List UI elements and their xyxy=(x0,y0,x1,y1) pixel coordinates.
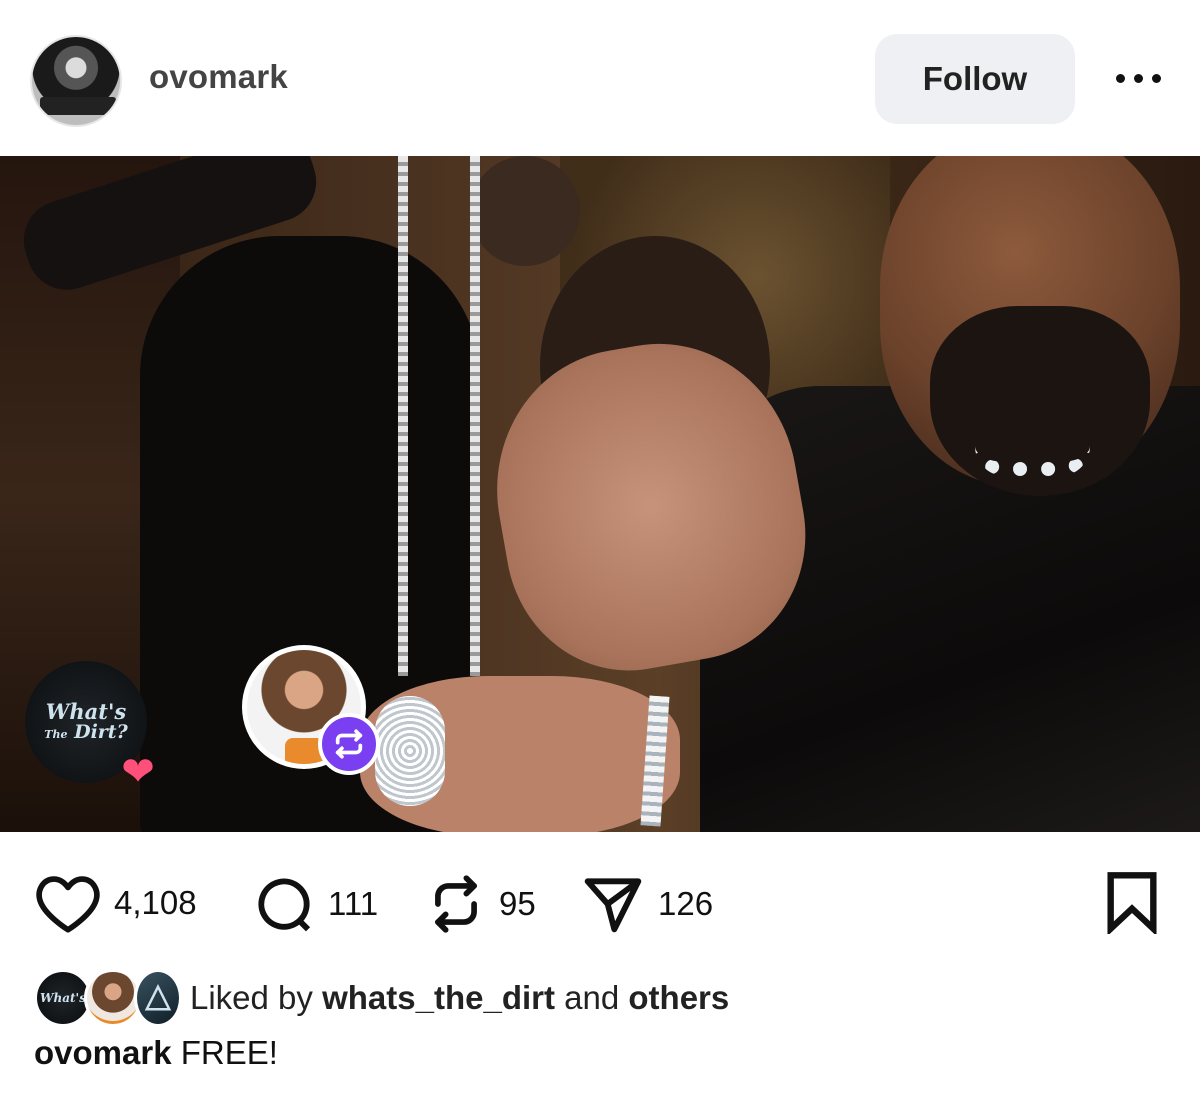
post-image[interactable]: What's The Dirt? ❤ xyxy=(0,156,1200,832)
liker-avatar-third xyxy=(134,969,182,1027)
send-icon xyxy=(584,878,642,933)
liker-avatars: What's xyxy=(34,969,184,1027)
share-count: 126 xyxy=(658,885,714,922)
follow-button[interactable]: Follow xyxy=(875,34,1075,124)
truncated-next-line xyxy=(34,1086,994,1104)
heart-outline-icon xyxy=(36,876,100,933)
post-caption: ovomark FREE! xyxy=(34,1034,278,1072)
bookmark-icon xyxy=(1107,872,1157,937)
heart-icon: ❤ xyxy=(121,750,155,794)
save-button[interactable] xyxy=(1104,870,1160,939)
repost-icon xyxy=(435,875,477,933)
liked-by-row[interactable]: What's Liked by whats_the_dirt and other… xyxy=(34,968,1174,1028)
comment-button[interactable]: 111 xyxy=(252,872,378,936)
liked-by-username[interactable]: whats_the_dirt xyxy=(322,979,555,1016)
liked-by-text: Liked by whats_the_dirt and others xyxy=(190,979,730,1016)
like-count: 4,108 xyxy=(114,884,197,921)
caption-author[interactable]: ovomark xyxy=(34,1034,172,1071)
like-button[interactable]: 4,108 xyxy=(34,872,197,934)
repost-icon xyxy=(318,713,380,775)
repost-count: 95 xyxy=(499,885,536,922)
share-button[interactable]: 126 xyxy=(580,872,713,936)
sticker-text-dirt: The Dirt? xyxy=(44,721,128,744)
repost-button[interactable]: 95 xyxy=(425,872,536,936)
author-username[interactable]: ovomark xyxy=(149,58,288,96)
liked-by-others[interactable]: others xyxy=(628,979,729,1016)
action-bar: 4,108 111 95 126 xyxy=(0,860,1200,950)
sticker-text-whats: What's xyxy=(45,699,127,725)
comment-icon xyxy=(258,878,311,932)
author-avatar[interactable] xyxy=(30,35,122,127)
comment-count: 111 xyxy=(328,885,379,922)
caption-text: FREE! xyxy=(180,1034,278,1071)
post-header: ovomark Follow xyxy=(0,0,1200,156)
more-options-icon[interactable] xyxy=(1108,60,1168,96)
